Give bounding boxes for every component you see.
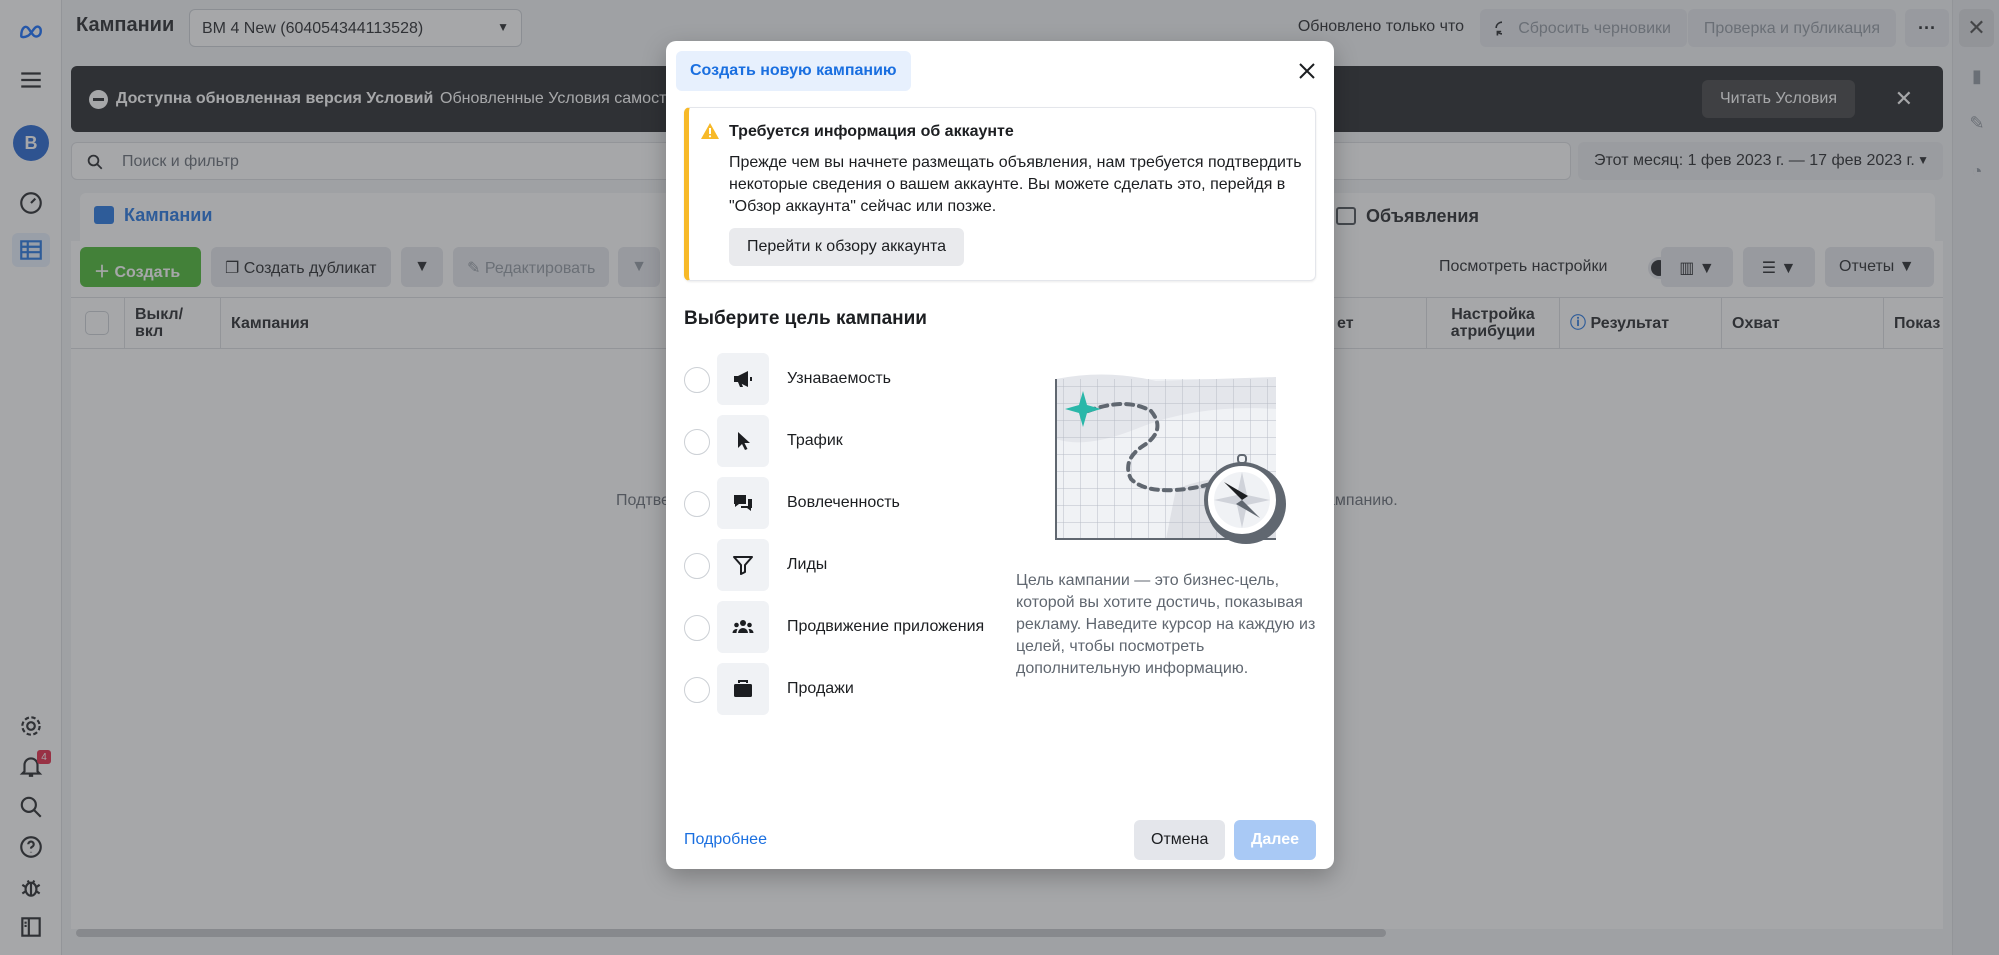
alert-body: Прежде чем вы начнете размещать объявлен… [729, 154, 1302, 215]
next-button[interactable]: Далее [1234, 820, 1316, 860]
objective-sales[interactable]: Продажи [681, 663, 1001, 715]
create-campaign-dialog: Создать новую кампанию Требуется информа… [666, 41, 1334, 869]
objective-label: Лиды [787, 556, 828, 573]
objective-radio[interactable] [684, 367, 710, 393]
people-icon [717, 601, 769, 653]
objective-app-promotion[interactable]: Продвижение приложения [681, 601, 1001, 653]
objective-awareness[interactable]: Узнаваемость [681, 353, 1001, 405]
objective-description: Цель кампании — это бизнес-цель, которой… [1016, 572, 1316, 677]
cancel-button[interactable]: Отмена [1134, 820, 1226, 860]
objective-radio[interactable] [684, 615, 710, 641]
objective-label: Продвижение приложения [787, 618, 985, 635]
account-info-alert: Требуется информация об аккаунте Прежде … [684, 107, 1316, 281]
megaphone-icon [717, 353, 769, 405]
objective-radio[interactable] [684, 491, 710, 517]
chat-bubbles-icon [717, 477, 769, 529]
objective-label: Продажи [787, 680, 854, 697]
go-to-account-review-button[interactable]: Перейти к обзору аккаунта [729, 228, 965, 266]
dialog-close-button[interactable] [1290, 54, 1324, 88]
briefcase-icon [717, 663, 769, 715]
objective-radio[interactable] [684, 677, 710, 703]
objective-heading: Выберите цель кампании [684, 308, 927, 329]
objective-leads[interactable]: Лиды [681, 539, 1001, 591]
dialog-tab-create-campaign[interactable]: Создать новую кампанию [676, 51, 911, 91]
funnel-icon [717, 539, 769, 591]
objective-radio[interactable] [684, 429, 710, 455]
cursor-icon [717, 415, 769, 467]
objective-label: Узнаваемость [787, 370, 892, 387]
close-icon [1299, 63, 1315, 79]
map-compass-illustration [1055, 374, 1286, 544]
alert-title: Требуется информация об аккаунте [729, 123, 1014, 140]
objective-traffic[interactable]: Трафик [681, 415, 1001, 467]
warning-icon [701, 123, 719, 139]
objective-label: Трафик [787, 432, 843, 449]
learn-more-link[interactable]: Подробнее [684, 831, 767, 849]
objective-radio[interactable] [684, 553, 710, 579]
objective-engagement[interactable]: Вовлеченность [681, 477, 1001, 529]
objective-label: Вовлеченность [787, 494, 900, 511]
